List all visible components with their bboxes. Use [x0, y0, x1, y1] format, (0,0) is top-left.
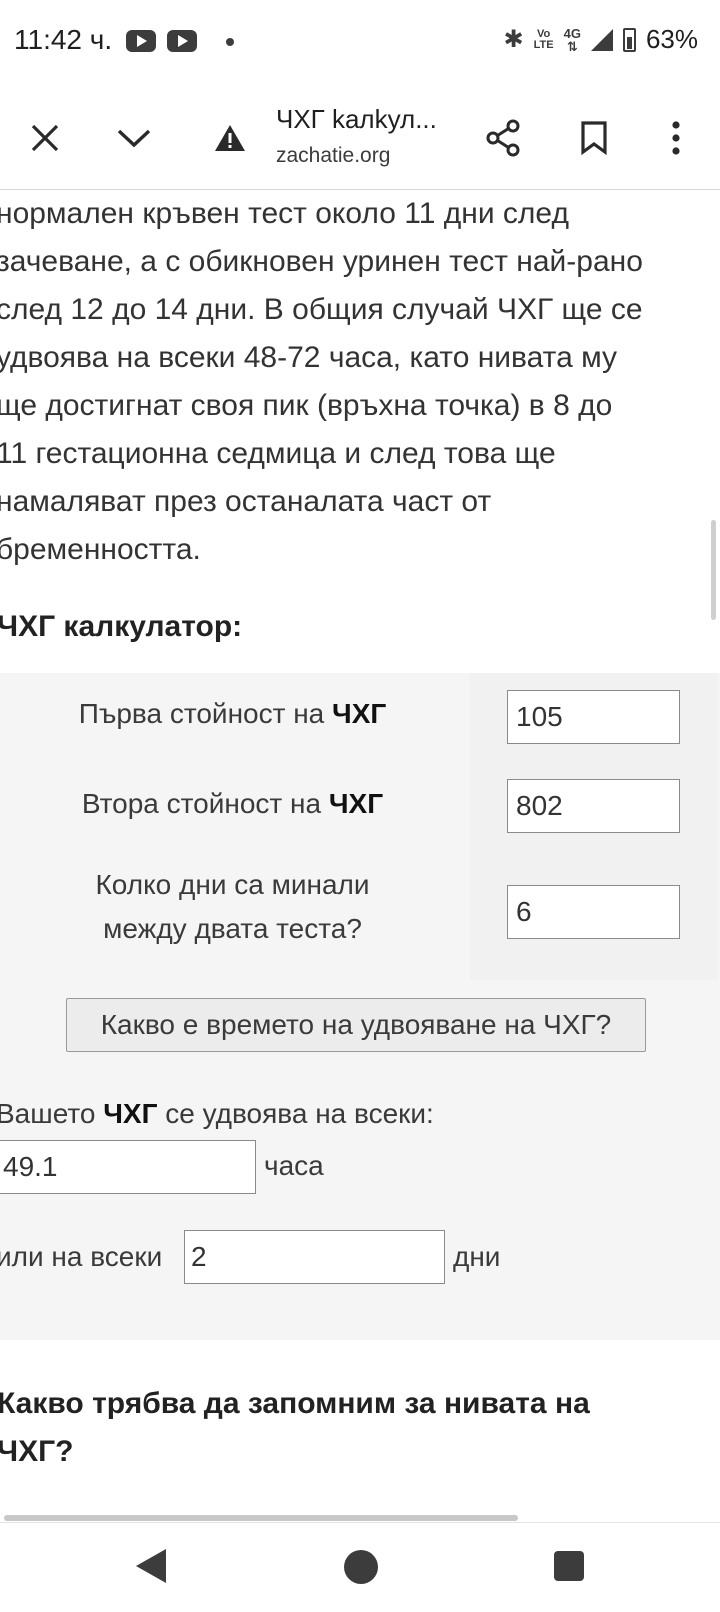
network-type-label: 4G — [563, 25, 581, 41]
second-hcg-input[interactable] — [507, 779, 680, 833]
back-icon[interactable] — [136, 1549, 166, 1583]
status-time: 11:42 ч. — [14, 24, 113, 55]
second-value-label-bold: ЧХГ — [328, 788, 384, 819]
days-unit: дни — [453, 1241, 501, 1272]
lte-label: LTE — [533, 38, 554, 51]
hours-result-field[interactable] — [0, 1140, 256, 1194]
days-between-label-line: Колко дни са минали — [95, 869, 370, 900]
second-value-label: Втора стойност на ЧХГ — [30, 782, 435, 826]
first-value-label-text: Първа стойност на — [78, 698, 333, 729]
share-button[interactable] — [468, 86, 538, 190]
youtube-notification-icon — [167, 30, 197, 52]
first-value-label: Първа стойност на ЧХГ — [30, 692, 435, 736]
battery-icon — [622, 27, 636, 52]
recent-apps-icon[interactable] — [554, 1551, 584, 1581]
volte-icon: Vo LTE — [533, 27, 554, 51]
article-paragraph: нормален кръвен тест около 11 дни след з… — [0, 190, 712, 574]
paragraph-line: удвоява на всеки 48-72 часа, като нивата… — [0, 341, 618, 374]
battery-percent: 63% — [645, 24, 698, 54]
warning-icon — [215, 125, 245, 151]
signal-icon — [590, 28, 613, 51]
system-navigation-bar — [0, 1522, 720, 1612]
close-button[interactable] — [10, 86, 80, 190]
bluetooth-icon: ✱ — [503, 26, 524, 53]
youtube-notification-icon — [126, 30, 156, 52]
hours-unit: часа — [264, 1150, 324, 1181]
or-every-label: или на всеки — [0, 1241, 163, 1272]
hcg-levels-heading: Какво трябва да запомним за нивата на ЧХ… — [0, 1380, 697, 1476]
calculate-doubling-button[interactable]: Какво е времето на удвояване на ЧХГ? — [66, 998, 646, 1052]
paragraph-line: след 12 до 14 дни. В общия случай ЧХГ ще… — [0, 293, 643, 326]
paragraph-line: ще достигнат своя пик (връхна точка) в 8… — [0, 389, 613, 422]
second-value-label-text: Втора стойност на — [81, 788, 329, 819]
paragraph-line: зачеване, а с обикновен уринен тест най-… — [0, 245, 643, 278]
days-between-label-line: между двата теста? — [103, 913, 362, 944]
result-suffix: се удвоява на всеки: — [157, 1098, 434, 1129]
paragraph-line: нормален кръвен тест около 11 дни след — [0, 197, 569, 230]
calculator-heading: ЧХГ калкулатор: — [0, 610, 243, 643]
bookmark-icon — [581, 121, 607, 155]
volte-label: Vo — [537, 27, 551, 40]
days-between-input[interactable] — [507, 885, 680, 939]
paragraph-line: бременността. — [0, 533, 201, 566]
home-icon[interactable] — [344, 1550, 378, 1584]
page-domain: zachatie.org — [276, 144, 391, 167]
minimize-button[interactable] — [99, 86, 169, 190]
status-bar: 11:42 ч. ✱ Vo LTE 4G ⇅ 63% — [0, 0, 720, 86]
paragraph-line: намаляват през останалата част от — [0, 485, 492, 518]
days-between-label: Колко дни са минали между двата теста? — [30, 863, 435, 951]
close-icon — [31, 124, 59, 152]
heading-line: ЧХГ? — [0, 1435, 74, 1468]
hcg-calculator: Първа стойност на ЧХГ Втора стойност на … — [0, 673, 720, 1340]
more-options-button[interactable] — [641, 86, 711, 190]
horizontal-scrollbar[interactable] — [4, 1515, 518, 1521]
days-result-field[interactable] — [184, 1230, 445, 1284]
paragraph-line: 11 гестационна седмица и след това ще — [0, 437, 556, 470]
security-warning-button[interactable] — [195, 86, 265, 190]
first-value-label-bold: ЧХГ — [332, 698, 387, 729]
status-icons: ✱ Vo LTE 4G ⇅ 63% — [504, 24, 698, 55]
chevron-down-icon — [117, 129, 151, 148]
heading-line: Какво трябва да запомним за нивата на — [0, 1387, 590, 1420]
page-title: ЧХГ kалkул... — [276, 104, 437, 134]
page-content[interactable]: нормален кръвен тест около 11 дни след з… — [0, 190, 720, 1522]
bookmark-button[interactable] — [559, 86, 629, 190]
more-notifications-icon — [226, 38, 234, 46]
vertical-scrollbar[interactable] — [711, 520, 716, 620]
network-type-icon: 4G ⇅ — [563, 25, 581, 54]
custom-tab-toolbar: ЧХГ kалkул... zachatie.org — [0, 86, 720, 190]
result-text: Вашето ЧХГ се удвоява на всеки: — [0, 1098, 434, 1130]
share-icon — [486, 119, 520, 157]
first-hcg-input[interactable] — [507, 690, 680, 744]
result-prefix: Вашето — [0, 1098, 104, 1129]
result-bold: ЧХГ — [103, 1098, 158, 1129]
more-vert-icon — [672, 121, 680, 155]
